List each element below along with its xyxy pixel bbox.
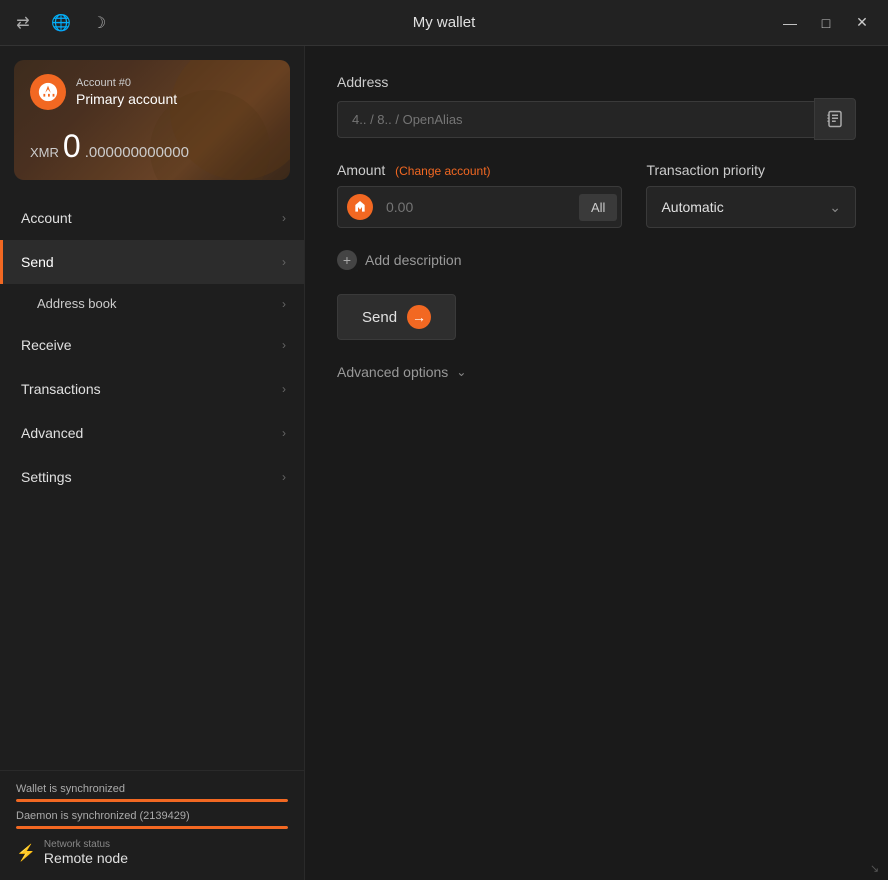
- sidebar-item-account[interactable]: Account ›: [0, 196, 304, 240]
- wallet-sync-label: Wallet is synchronized: [16, 783, 288, 795]
- daemon-sync-bar: [16, 826, 288, 829]
- moon-icon[interactable]: ☽: [88, 12, 110, 34]
- advanced-options-row[interactable]: Advanced options ⌄: [337, 364, 856, 380]
- minimize-button[interactable]: —: [776, 9, 804, 37]
- sidebar-item-receive[interactable]: Receive ›: [0, 323, 304, 367]
- balance-decimals: .000000000000: [85, 144, 189, 161]
- wallet-sync-status: Wallet is synchronized: [16, 783, 288, 802]
- daemon-sync-status: Daemon is synchronized (2139429): [16, 810, 288, 829]
- sidebar-footer: Wallet is synchronized Daemon is synchro…: [0, 770, 304, 880]
- account-name: Primary account: [76, 91, 177, 107]
- xmr-circle: [347, 194, 373, 220]
- chevron-right-icon: ›: [282, 470, 286, 484]
- close-button[interactable]: ✕: [848, 9, 876, 37]
- chevron-down-icon: ⌄: [456, 365, 466, 379]
- wallet-sync-bar: [16, 799, 288, 802]
- address-book-button[interactable]: [814, 98, 856, 140]
- priority-dropdown[interactable]: Automatic ⌄: [646, 186, 856, 228]
- amount-input[interactable]: [378, 199, 575, 215]
- priority-label: Transaction priority: [646, 162, 856, 178]
- amount-priority-row: Amount (Change account) All: [337, 162, 856, 228]
- account-number: Account #0: [76, 77, 177, 89]
- address-input[interactable]: [337, 101, 814, 138]
- network-info: Network status Remote node: [44, 839, 128, 866]
- sidebar-item-settings[interactable]: Settings ›: [0, 455, 304, 499]
- sidebar-item-send[interactable]: Send ›: [0, 240, 304, 284]
- window-title: My wallet: [413, 14, 476, 31]
- account-card: Account #0 Primary account XMR 0 .000000…: [14, 60, 290, 180]
- send-button[interactable]: Send →: [337, 294, 456, 340]
- title-bar-left: ⇄ 🌐 ☽: [12, 12, 110, 34]
- dropdown-arrow-icon: ⌄: [829, 199, 841, 216]
- daemon-sync-fill: [16, 826, 288, 829]
- chevron-right-icon: ›: [282, 382, 286, 396]
- amount-input-row: All: [337, 186, 622, 228]
- resize-handle[interactable]: ↘: [870, 862, 884, 876]
- address-input-row: [337, 98, 856, 140]
- add-icon: +: [337, 250, 357, 270]
- advanced-options-label: Advanced options: [337, 364, 448, 380]
- chevron-right-icon: ›: [282, 255, 286, 269]
- account-balance: XMR 0 .000000000000: [30, 130, 274, 162]
- xmr-icon: [342, 189, 378, 225]
- balance-currency: XMR: [30, 145, 59, 160]
- transfer-icon[interactable]: ⇄: [12, 12, 34, 34]
- balance-whole: 0: [63, 130, 81, 162]
- daemon-sync-label: Daemon is synchronized (2139429): [16, 810, 288, 822]
- priority-section: Transaction priority Automatic ⌄: [646, 162, 856, 228]
- wallet-sync-fill: [16, 799, 288, 802]
- sidebar-item-address-book[interactable]: Address book ›: [0, 284, 304, 323]
- sidebar-item-transactions[interactable]: Transactions ›: [0, 367, 304, 411]
- maximize-button[interactable]: □: [812, 9, 840, 37]
- main-content: Address Amount (Change acco: [305, 46, 888, 880]
- window-controls: — □ ✕: [776, 9, 876, 37]
- chevron-right-icon: ›: [282, 297, 286, 311]
- all-button[interactable]: All: [579, 194, 617, 221]
- add-description-label: Add description: [365, 252, 462, 268]
- network-value: Remote node: [44, 850, 128, 866]
- sidebar: Account #0 Primary account XMR 0 .000000…: [0, 46, 305, 880]
- chevron-right-icon: ›: [282, 338, 286, 352]
- globe-icon[interactable]: 🌐: [50, 12, 72, 34]
- send-button-label: Send: [362, 309, 397, 326]
- network-label: Network status: [44, 839, 128, 850]
- sidebar-item-advanced[interactable]: Advanced ›: [0, 411, 304, 455]
- account-header: Account #0 Primary account: [30, 74, 274, 110]
- monero-logo: [30, 74, 66, 110]
- send-arrow-icon: →: [407, 305, 431, 329]
- chevron-right-icon: ›: [282, 426, 286, 440]
- chevron-right-icon: ›: [282, 211, 286, 225]
- main-layout: Account #0 Primary account XMR 0 .000000…: [0, 46, 888, 880]
- title-bar: ⇄ 🌐 ☽ My wallet — □ ✕: [0, 0, 888, 46]
- network-status: ⚡ Network status Remote node: [16, 839, 288, 866]
- account-info: Account #0 Primary account: [76, 77, 177, 107]
- amount-label: Amount (Change account): [337, 162, 622, 178]
- priority-value: Automatic: [661, 199, 723, 215]
- address-label: Address: [337, 74, 856, 90]
- amount-section: Amount (Change account) All: [337, 162, 622, 228]
- change-account-link[interactable]: (Change account): [395, 164, 490, 178]
- add-description-row[interactable]: + Add description: [337, 250, 856, 270]
- nav-items: Account › Send › Address book › Receive …: [0, 196, 304, 770]
- bolt-icon: ⚡: [16, 843, 36, 863]
